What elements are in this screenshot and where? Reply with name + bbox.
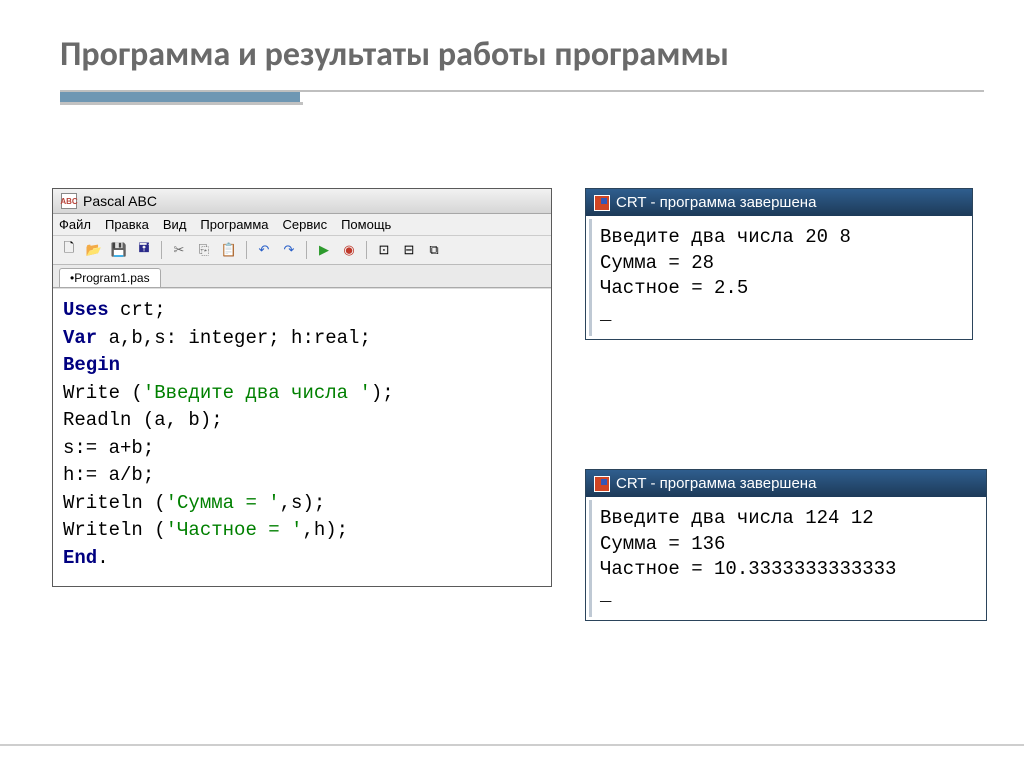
footer-line — [0, 744, 1024, 746]
crt-titlebar: CRT - программа завершена — [586, 470, 986, 497]
string-literal: 'Введите два числа ' — [143, 382, 371, 404]
crt-title: CRT - программа завершена — [616, 194, 816, 211]
code-text: ); — [371, 382, 394, 404]
string-literal: 'Частное = ' — [166, 519, 303, 541]
output-line: Введите два числа 124 12 — [600, 507, 874, 529]
output-line: Сумма = 28 — [600, 252, 714, 274]
menu-view[interactable]: Вид — [163, 217, 187, 232]
menu-help[interactable]: Помощь — [341, 217, 391, 232]
copy-icon[interactable]: ⎘ — [194, 240, 214, 260]
kw-uses: Uses — [63, 299, 109, 321]
menu-service[interactable]: Сервис — [283, 217, 328, 232]
crt-output: Введите два числа 124 12 Сумма = 136 Час… — [589, 500, 983, 617]
code-text: Writeln ( — [63, 492, 166, 514]
ide-tabbar: •Program1.pas — [53, 265, 551, 288]
paste-icon[interactable]: 📋 — [219, 240, 239, 260]
file-tab[interactable]: •Program1.pas — [59, 268, 161, 287]
ide-menubar: Файл Правка Вид Программа Сервис Помощь — [53, 214, 551, 236]
code-editor[interactable]: Uses crt; Var a,b,s: integer; h:real; Be… — [53, 288, 551, 586]
crt-titlebar: CRT - программа завершена — [586, 189, 972, 216]
code-text: ,h); — [302, 519, 348, 541]
menu-program[interactable]: Программа — [200, 217, 268, 232]
run-icon[interactable]: ▶ — [314, 240, 334, 260]
window-icon[interactable]: ⊟ — [399, 240, 419, 260]
output-line: Введите два числа 20 8 — [600, 226, 851, 248]
crt-output: Введите два числа 20 8 Сумма = 28 Частно… — [589, 219, 969, 336]
kw-end: End — [63, 547, 97, 569]
output-line: Частное = 10.3333333333333 — [600, 558, 896, 580]
cursor: _ — [600, 303, 611, 325]
ide-titlebar: ABC Pascal ABC — [53, 189, 551, 214]
crt-icon — [594, 195, 610, 211]
open-icon[interactable]: 📂 — [84, 240, 104, 260]
code-text: Write ( — [63, 382, 143, 404]
title-underline — [60, 90, 984, 104]
separator — [246, 241, 247, 259]
code-text: Writeln ( — [63, 519, 166, 541]
undo-icon[interactable]: ↶ — [254, 240, 274, 260]
separator — [161, 241, 162, 259]
code-text: crt; — [109, 299, 166, 321]
window-icon[interactable]: ⊡ — [374, 240, 394, 260]
crt-window-1: CRT - программа завершена Введите два чи… — [585, 188, 973, 340]
code-text: ,s); — [280, 492, 326, 514]
slide-title: Программа и результаты работы программы — [60, 34, 729, 75]
menu-file[interactable]: Файл — [59, 217, 91, 232]
new-file-icon[interactable]: 🗋 — [59, 240, 79, 260]
window-icon[interactable]: ⧉ — [424, 240, 444, 260]
pascal-ide-window: ABC Pascal ABC Файл Правка Вид Программа… — [52, 188, 552, 587]
stop-icon[interactable]: ◉ — [339, 240, 359, 260]
kw-begin: Begin — [63, 354, 120, 376]
code-text: s:= a+b; — [63, 437, 154, 459]
cut-icon[interactable]: ✂ — [169, 240, 189, 260]
ide-title: Pascal ABC — [83, 193, 157, 209]
redo-icon[interactable]: ↷ — [279, 240, 299, 260]
code-text: . — [97, 547, 108, 569]
kw-var: Var — [63, 327, 97, 349]
cursor: _ — [600, 584, 611, 606]
ide-toolbar: 🗋 📂 💾 🖬 ✂ ⎘ 📋 ↶ ↷ ▶ ◉ ⊡ ⊟ ⧉ — [53, 236, 551, 265]
output-line: Сумма = 136 — [600, 533, 725, 555]
code-text: a,b,s: integer; h:real; — [97, 327, 371, 349]
crt-title: CRT - программа завершена — [616, 475, 816, 492]
menu-edit[interactable]: Правка — [105, 217, 149, 232]
code-text: Readln (a, b); — [63, 409, 223, 431]
separator — [366, 241, 367, 259]
output-line: Частное = 2.5 — [600, 277, 748, 299]
string-literal: 'Сумма = ' — [166, 492, 280, 514]
crt-icon — [594, 476, 610, 492]
separator — [306, 241, 307, 259]
save-all-icon[interactable]: 🖬 — [134, 240, 154, 260]
crt-window-2: CRT - программа завершена Введите два чи… — [585, 469, 987, 621]
save-icon[interactable]: 💾 — [109, 240, 129, 260]
code-text: h:= a/b; — [63, 464, 154, 486]
app-icon: ABC — [61, 193, 77, 209]
